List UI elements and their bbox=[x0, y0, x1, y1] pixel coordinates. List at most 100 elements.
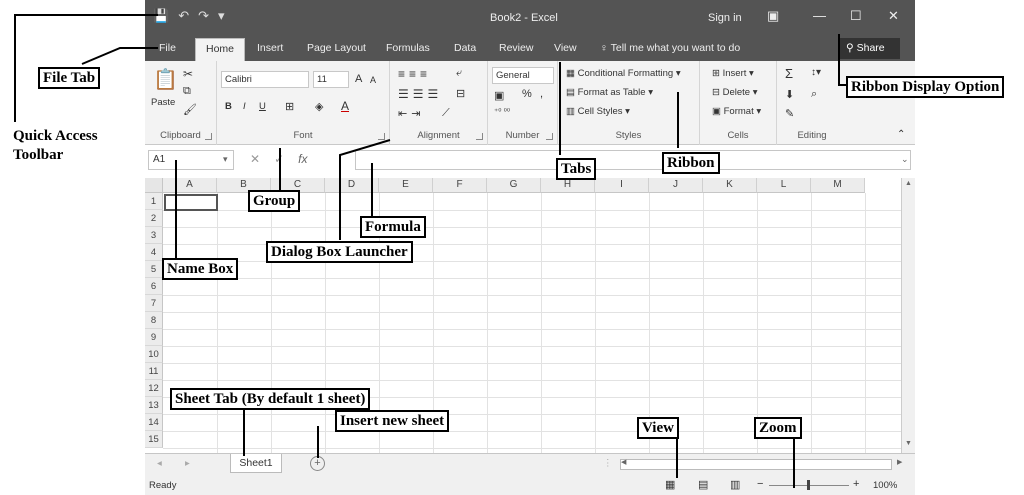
font-size-select[interactable]: 11 bbox=[313, 71, 349, 88]
wrap-text-icon[interactable]: ⤶ bbox=[456, 67, 462, 80]
row-header-6[interactable]: 6 bbox=[145, 278, 163, 295]
font-name-select[interactable]: Calibri bbox=[221, 71, 309, 88]
column-header-k[interactable]: K bbox=[703, 178, 757, 193]
row-header-15[interactable]: 15 bbox=[145, 431, 163, 448]
copy-icon[interactable]: ⧉ bbox=[183, 85, 191, 98]
format-painter-icon[interactable]: 🖌 bbox=[183, 103, 197, 116]
row-header-14[interactable]: 14 bbox=[145, 414, 163, 431]
underline-button[interactable]: U bbox=[259, 101, 266, 112]
merge-center-icon[interactable]: ⊟ bbox=[456, 87, 465, 100]
chevron-down-icon[interactable]: ▾ bbox=[223, 154, 228, 165]
orientation-icon[interactable]: ⟋ bbox=[442, 107, 450, 120]
maximize-button[interactable]: ☐ bbox=[850, 8, 862, 24]
column-header-i[interactable]: I bbox=[595, 178, 649, 193]
collapse-ribbon-icon[interactable]: ⌃ bbox=[897, 129, 905, 140]
row-header-7[interactable]: 7 bbox=[145, 295, 163, 312]
redo-icon[interactable]: ↷ bbox=[198, 8, 209, 24]
shrink-font-button[interactable]: A bbox=[370, 75, 376, 85]
column-header-m[interactable]: M bbox=[811, 178, 865, 193]
cancel-icon[interactable]: ✕ bbox=[250, 152, 260, 166]
scroll-up-icon[interactable]: ▲ bbox=[905, 180, 912, 187]
italic-button[interactable]: I bbox=[243, 101, 246, 112]
autosum-button[interactable]: Σ bbox=[785, 66, 793, 81]
row-header-5[interactable]: 5 bbox=[145, 261, 163, 278]
decimal-icons[interactable]: ⁺⁰ ⁰⁰ bbox=[494, 107, 510, 116]
bold-button[interactable]: B bbox=[225, 101, 232, 112]
column-header-j[interactable]: J bbox=[649, 178, 703, 193]
page-break-view-icon[interactable]: ▥ bbox=[730, 478, 740, 491]
new-sheet-icon[interactable]: + bbox=[310, 456, 325, 471]
delete-cells-button[interactable]: ⊟ Delete ▾ bbox=[712, 87, 758, 98]
vertical-align-icons[interactable]: ≡≡≡ bbox=[398, 67, 431, 81]
find-select-icon[interactable]: ⌕ bbox=[811, 88, 817, 101]
dialog-launcher-icon[interactable] bbox=[205, 133, 212, 140]
comma-button[interactable]: , bbox=[540, 88, 543, 100]
dialog-launcher-icon[interactable] bbox=[476, 133, 483, 140]
active-cell[interactable] bbox=[164, 194, 218, 211]
tab-insert[interactable]: Insert bbox=[257, 42, 283, 54]
zoom-slider-thumb[interactable] bbox=[807, 480, 810, 490]
row-header-10[interactable]: 10 bbox=[145, 346, 163, 363]
sort-filter-icon[interactable]: ↕▾ bbox=[811, 67, 821, 78]
ribbon-display-icon[interactable]: ▣ bbox=[767, 8, 779, 24]
scroll-right-icon[interactable]: ▶ bbox=[897, 458, 902, 466]
column-header-g[interactable]: G bbox=[487, 178, 541, 193]
select-all-corner[interactable] bbox=[145, 178, 163, 193]
column-header-a[interactable]: A bbox=[163, 178, 217, 193]
font-color-icon[interactable]: A bbox=[341, 99, 349, 113]
sheet-nav-next-icon[interactable]: ▸ bbox=[185, 458, 190, 469]
zoom-in-button[interactable]: + bbox=[853, 478, 859, 490]
conditional-formatting-button[interactable]: ▦ Conditional Formatting ▾ bbox=[566, 68, 681, 79]
indent-icons[interactable]: ⇤⇥ bbox=[398, 107, 424, 120]
number-format-select[interactable]: General bbox=[492, 67, 554, 84]
tab-page-layout[interactable]: Page Layout bbox=[307, 42, 366, 54]
sign-in-link[interactable]: Sign in bbox=[708, 12, 742, 24]
fill-color-icon[interactable]: ◈ bbox=[315, 100, 323, 113]
percent-button[interactable]: % bbox=[522, 88, 532, 100]
scroll-down-icon[interactable]: ▼ bbox=[905, 440, 912, 447]
tab-file[interactable]: File bbox=[159, 42, 176, 54]
row-header-11[interactable]: 11 bbox=[145, 363, 163, 380]
tab-view[interactable]: View bbox=[554, 42, 577, 54]
row-header-3[interactable]: 3 bbox=[145, 227, 163, 244]
column-header-h[interactable]: H bbox=[541, 178, 595, 193]
share-button[interactable]: ⚲ Share bbox=[840, 38, 900, 59]
minimize-button[interactable]: — bbox=[813, 8, 826, 23]
customize-icon[interactable]: ▾ bbox=[218, 8, 225, 24]
format-cells-button[interactable]: ▣ Format ▾ bbox=[712, 106, 761, 117]
undo-icon[interactable]: ↶ bbox=[178, 8, 189, 24]
fill-icon[interactable]: ⬇ bbox=[785, 88, 794, 101]
dialog-launcher-icon[interactable] bbox=[546, 133, 553, 140]
expand-formula-icon[interactable]: ⌄ bbox=[901, 154, 909, 165]
horizontal-align-icons[interactable]: ☰☰☰ bbox=[398, 87, 442, 101]
row-header-8[interactable]: 8 bbox=[145, 312, 163, 329]
tab-review[interactable]: Review bbox=[499, 42, 533, 54]
row-header-12[interactable]: 12 bbox=[145, 380, 163, 397]
horizontal-scrollbar[interactable] bbox=[620, 459, 892, 470]
borders-icon[interactable]: ⊞ bbox=[285, 100, 294, 113]
tab-home[interactable]: Home bbox=[195, 38, 246, 61]
tab-data[interactable]: Data bbox=[454, 42, 476, 54]
vertical-scrollbar[interactable]: ▲ ▼ bbox=[901, 178, 915, 453]
insert-cells-button[interactable]: ⊞ Insert ▾ bbox=[712, 68, 754, 79]
sheet-nav-prev-icon[interactable]: ◂ bbox=[157, 458, 162, 469]
column-header-d[interactable]: D bbox=[325, 178, 379, 193]
row-header-9[interactable]: 9 bbox=[145, 329, 163, 346]
cut-icon[interactable]: ✂ bbox=[183, 67, 193, 81]
row-header-2[interactable]: 2 bbox=[145, 210, 163, 227]
zoom-out-button[interactable]: − bbox=[757, 478, 763, 490]
clear-icon[interactable]: ✎ bbox=[785, 107, 794, 120]
paste-button[interactable]: Paste bbox=[151, 97, 175, 108]
grow-font-button[interactable]: A bbox=[355, 73, 362, 85]
formula-input[interactable] bbox=[355, 150, 911, 170]
scroll-left-icon[interactable]: ◀ bbox=[621, 458, 626, 466]
column-header-f[interactable]: F bbox=[433, 178, 487, 193]
column-header-l[interactable]: L bbox=[757, 178, 811, 193]
dialog-launcher-icon[interactable] bbox=[378, 133, 385, 140]
format-as-table-button[interactable]: ▤ Format as Table ▾ bbox=[566, 87, 653, 98]
column-header-e[interactable]: E bbox=[379, 178, 433, 193]
enter-icon[interactable]: ✓ bbox=[274, 152, 284, 166]
currency-icon[interactable]: ▣ bbox=[494, 89, 504, 102]
zoom-level[interactable]: 100% bbox=[873, 480, 897, 491]
insert-function-icon[interactable]: fx bbox=[298, 152, 307, 166]
